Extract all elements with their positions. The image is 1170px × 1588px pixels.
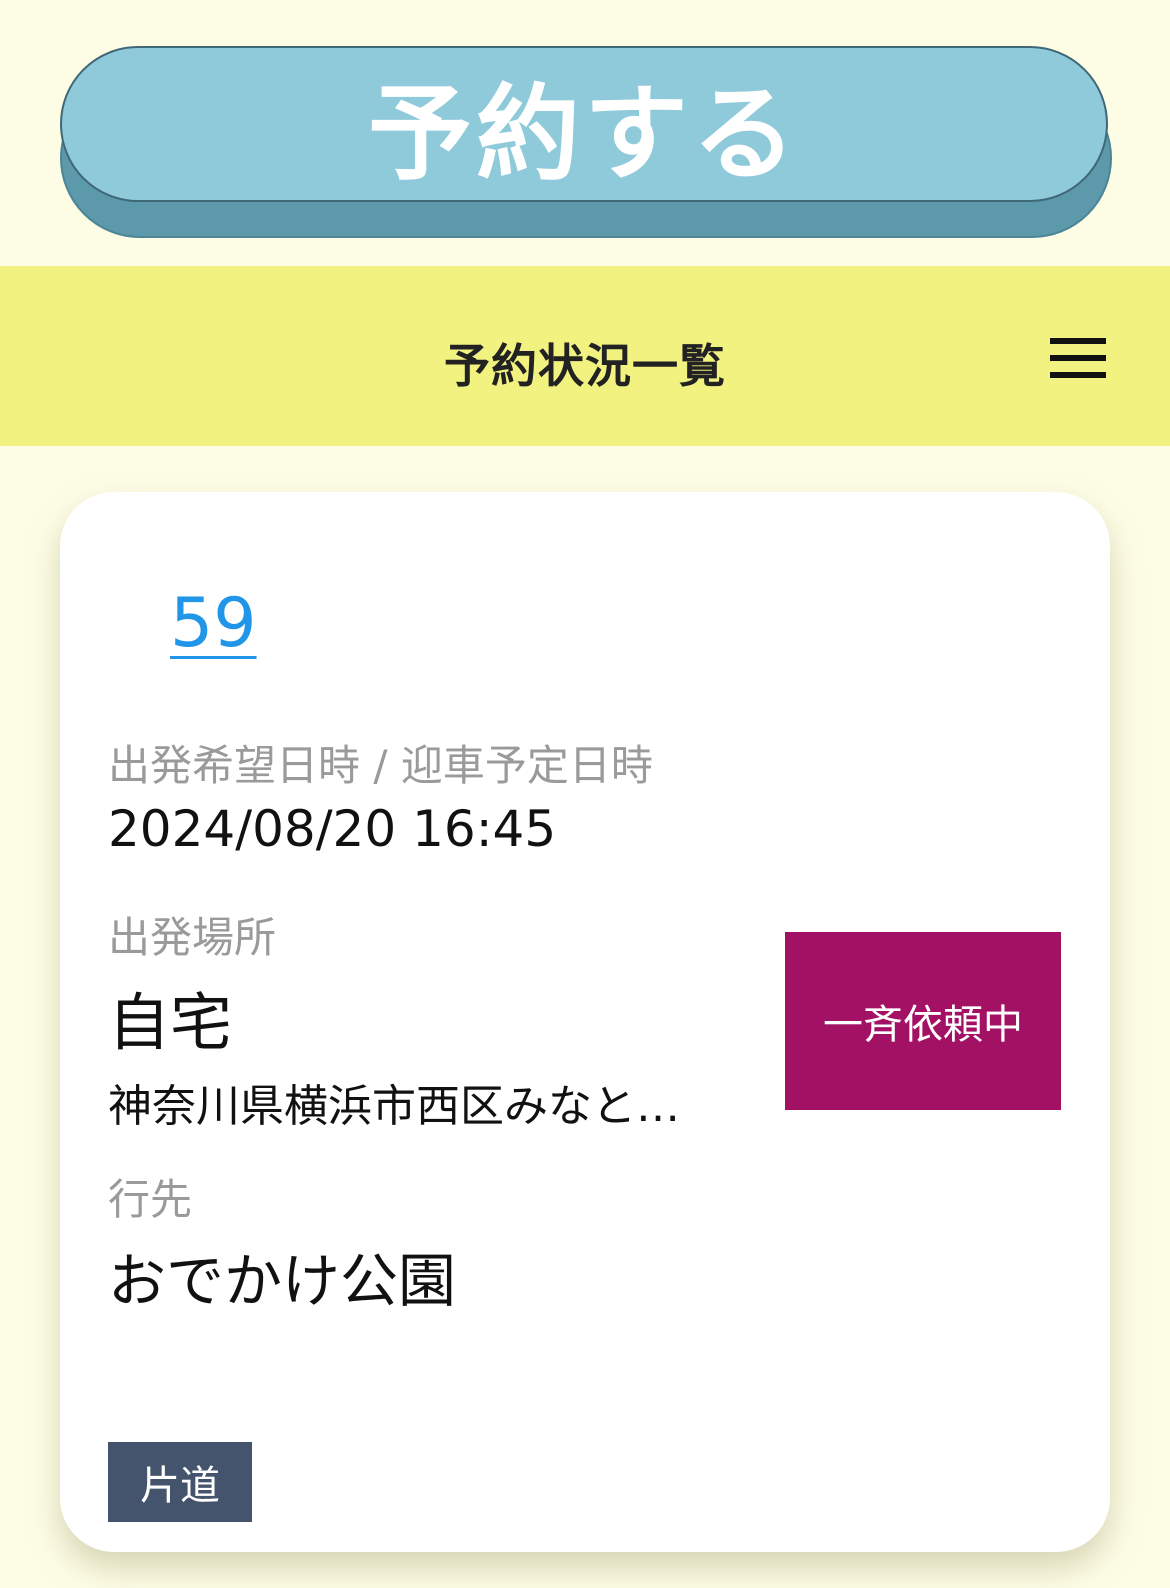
departure-place-address: 神奈川県横浜市西区みなと…	[108, 1081, 680, 1132]
departure-datetime-value: 2024/08/20 16:45	[108, 800, 557, 858]
menu-bar	[1050, 372, 1106, 378]
departure-place-name: 自宅	[108, 986, 233, 1059]
reserve-button-wrapper: 予約する	[60, 46, 1112, 238]
destination-label: 行先	[108, 1175, 193, 1224]
reservation-id-link[interactable]: 59	[170, 584, 257, 663]
departure-datetime-label: 出発希望日時 / 迎車予定日時	[108, 741, 653, 790]
menu-bar	[1050, 338, 1106, 344]
hamburger-menu-icon[interactable]	[1050, 338, 1106, 378]
trip-type-tag: 片道	[108, 1442, 252, 1522]
reserve-button[interactable]: 予約する	[60, 46, 1108, 202]
status-badge: 一斉依頼中	[785, 932, 1061, 1110]
departure-place-label: 出発場所	[108, 913, 277, 962]
page-title: 予約状況一覧	[444, 339, 726, 393]
reservation-card[interactable]: 59 出発希望日時 / 迎車予定日時 2024/08/20 16:45 出発場所…	[60, 492, 1110, 1552]
destination-name: おでかけ公園	[108, 1247, 457, 1315]
page-header: 予約状況一覧	[0, 266, 1170, 446]
menu-bar	[1050, 355, 1106, 361]
